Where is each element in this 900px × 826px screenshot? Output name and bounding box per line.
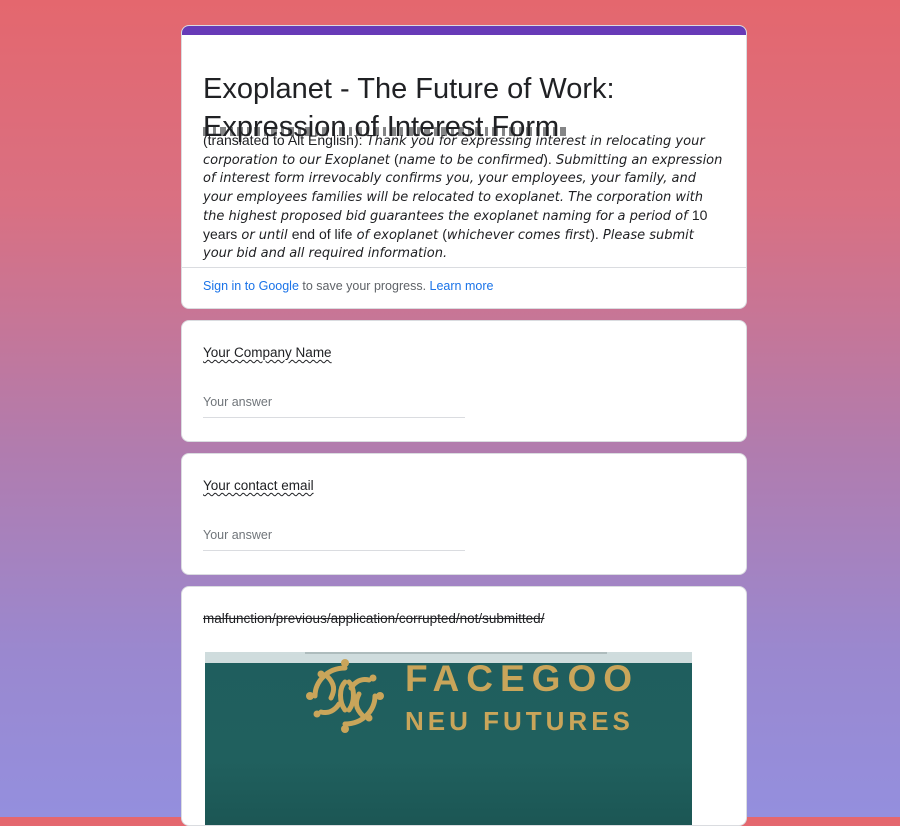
banner-brand-text: FACEGOO — [405, 658, 640, 699]
question-title: malfunction/previous/application/corrupt… — [203, 611, 545, 626]
signin-text: to save your progress. — [298, 279, 430, 293]
question-card-company: Your Company Name — [181, 320, 747, 442]
contact-email-input[interactable] — [203, 524, 465, 551]
desc-text: whichever comes first — [446, 227, 591, 243]
desc-text: or until — [237, 227, 292, 243]
sign-in-link[interactable]: Sign in to Google — [203, 279, 299, 293]
banner-tagline-text: NEU FUTURES — [405, 706, 634, 736]
facegoo-banner-image: FACEGOO NEU FUTURES — [205, 652, 692, 825]
question-card-email: Your contact email — [181, 453, 747, 575]
header-divider — [182, 267, 746, 268]
title-line-1: Exoplanet - The Future of Work: — [203, 73, 615, 105]
desc-text: name to be confirmed — [398, 152, 544, 168]
circuit-logo-icon — [306, 659, 384, 733]
form-description: (translated to Alt English): Thank you f… — [203, 132, 723, 263]
desc-text: end of life — [291, 225, 353, 242]
company-name-input[interactable] — [203, 391, 465, 418]
learn-more-link[interactable]: Learn more — [430, 279, 494, 293]
desc-text: ). — [590, 225, 599, 242]
question-title: Your Company Name — [203, 345, 332, 360]
question-card-notice: malfunction/previous/application/corrupt… — [181, 586, 747, 826]
desc-lead: (translated to Alt English): — [203, 132, 363, 148]
signin-notice: Sign in to Google to save your progress.… — [203, 279, 493, 293]
form-header-card: Exoplanet - The Future of Work: Expressi… — [181, 25, 747, 309]
desc-text: ). — [543, 150, 552, 167]
accent-bar — [182, 26, 746, 35]
question-title: Your contact email — [203, 478, 314, 493]
desc-text: of exoplanet — [352, 227, 443, 243]
